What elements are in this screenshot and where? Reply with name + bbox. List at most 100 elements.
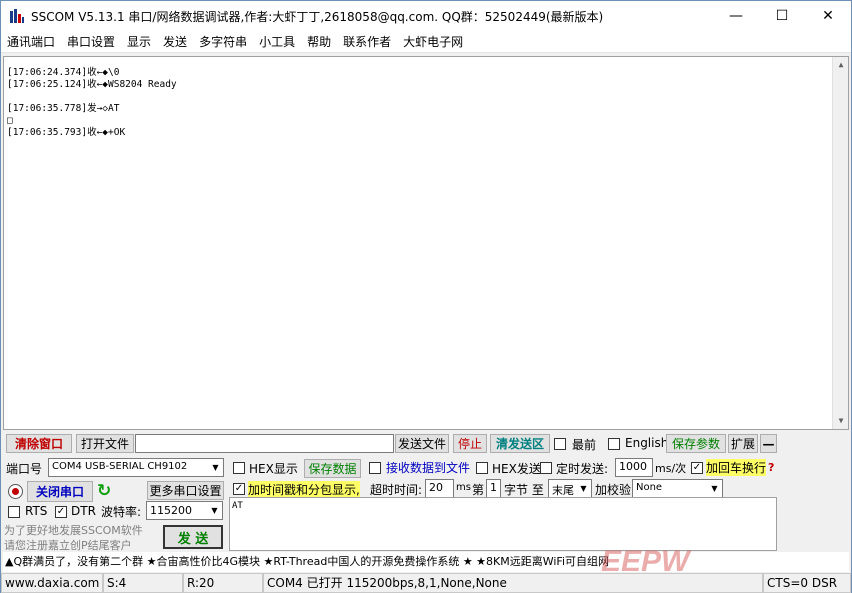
status-port: COM4 已打开 115200bps,8,1,None,None: [263, 573, 763, 593]
stop-button[interactable]: 停止: [453, 434, 487, 453]
send-button[interactable]: 发 送: [163, 525, 223, 549]
status-lines: CTS=0 DSR: [763, 573, 851, 593]
sscom-app-icon: [9, 8, 25, 24]
menu-contact[interactable]: 联系作者: [337, 33, 397, 50]
timeout-label: 超时时间:: [370, 483, 423, 497]
clear-window-button[interactable]: 清除窗口: [6, 434, 72, 453]
rts-label: RTS: [25, 504, 48, 518]
receive-scrollbar[interactable]: ▲ ▼: [832, 57, 848, 429]
chevron-down-icon: ▼: [707, 480, 722, 497]
topmost-label: 最前: [572, 438, 597, 452]
hex-display-checkbox[interactable]: [233, 462, 245, 474]
chevron-down-icon: ▼: [207, 502, 222, 519]
interval-unit: ms/次: [655, 462, 687, 475]
menu-display[interactable]: 显示: [121, 33, 157, 50]
menu-serial-settings[interactable]: 串口设置: [61, 33, 121, 50]
open-file-button[interactable]: 打开文件: [76, 434, 134, 453]
promo-line-2: 请您注册嘉立创P结尾客户: [4, 539, 132, 552]
checksum-value: None: [636, 482, 663, 493]
recv-to-file-checkbox[interactable]: [369, 462, 381, 474]
promo-line-1: 为了更好地发展SSCOM软件: [4, 524, 143, 537]
minimize-icon: —: [729, 8, 743, 24]
port-panel: 端口号 COM4 USB-SERIAL CH9102 ▼ 关闭串口 ↻ 更多串口…: [3, 456, 225, 552]
timeout-input[interactable]: 20: [425, 479, 454, 498]
menu-bar: 通讯端口 串口设置 显示 发送 多字符串 小工具 帮助 联系作者 大虾电子网: [1, 31, 851, 53]
close-port-button[interactable]: 关闭串口: [27, 481, 93, 502]
port-select[interactable]: COM4 USB-SERIAL CH9102 ▼: [48, 458, 224, 477]
port-status-icon: [8, 484, 23, 499]
hex-send-label: HEX发送: [492, 462, 541, 476]
refresh-icon[interactable]: ↻: [97, 481, 111, 501]
byte-start-input[interactable]: 1: [486, 479, 501, 498]
receive-line: [17:06:35.778]发→◇AT: [7, 103, 120, 114]
save-data-button[interactable]: 保存数据: [304, 459, 361, 478]
english-checkbox[interactable]: [608, 438, 620, 450]
status-bar: www.daxia.com S:4 R:20 COM4 已打开 115200bp…: [1, 573, 851, 593]
save-params-button[interactable]: 保存参数: [666, 434, 726, 453]
receive-line: [7, 91, 845, 103]
checksum-select[interactable]: None ▼: [632, 479, 723, 498]
chevron-down-icon: ▼: [208, 459, 223, 476]
chevron-down-icon: ▼: [576, 480, 591, 497]
window-title: SSCOM V5.13.1 串口/网络数据调试器,作者:大虾丁丁,2618058…: [31, 9, 604, 24]
recv-to-file-label[interactable]: 接收数据到文件: [386, 459, 470, 476]
menu-help[interactable]: 帮助: [301, 33, 337, 50]
english-label: English: [625, 436, 669, 450]
status-site[interactable]: www.daxia.com: [1, 573, 103, 593]
interval-input[interactable]: 1000: [615, 458, 653, 477]
end-value: 末尾: [552, 484, 574, 497]
timed-send-label: 定时发送:: [556, 462, 609, 476]
file-toolbar: 清除窗口 打开文件 发送文件 停止 清发送区 最前 English 保存参数 扩…: [3, 434, 849, 454]
minimize-button[interactable]: —: [713, 1, 759, 31]
file-path-input[interactable]: [135, 434, 394, 453]
port-label: 端口号: [6, 462, 43, 476]
receive-line: [17:06:24.374]收←◆\0: [7, 67, 120, 78]
menu-multi-string[interactable]: 多字符串: [193, 33, 253, 50]
send-file-button[interactable]: 发送文件: [395, 434, 449, 453]
baud-label: 波特率:: [101, 505, 142, 519]
hex-send-checkbox[interactable]: [476, 462, 488, 474]
add-crlf-label: 加回车换行: [706, 459, 767, 476]
timed-send-checkbox[interactable]: [540, 462, 552, 474]
send-input[interactable]: AT: [229, 497, 777, 551]
baud-select[interactable]: 115200 ▼: [146, 501, 223, 520]
maximize-button[interactable]: ☐: [759, 1, 805, 31]
hex-display-label: HEX显示: [249, 462, 298, 476]
expand-button[interactable]: 扩展: [728, 434, 758, 453]
scroll-up-icon[interactable]: ▲: [833, 57, 848, 73]
port-value: COM4 USB-SERIAL CH9102: [52, 461, 188, 472]
menu-send[interactable]: 发送: [157, 33, 193, 50]
checksum-label: 加校验: [595, 483, 632, 497]
dtr-checkbox[interactable]: ✓: [55, 506, 67, 518]
close-button[interactable]: ✕: [805, 1, 851, 31]
timestamp-checkbox[interactable]: ✓: [233, 483, 245, 495]
scroll-down-icon[interactable]: ▼: [833, 413, 848, 429]
receive-line: [17:06:35.793]收←◆+OK: [7, 127, 126, 138]
help-icon[interactable]: ?: [768, 461, 774, 474]
sscom-window: SSCOM V5.13.1 串口/网络数据调试器,作者:大虾丁丁,2618058…: [0, 0, 852, 593]
collapse-button[interactable]: —: [760, 434, 777, 453]
menu-comm-port[interactable]: 通讯端口: [1, 33, 61, 50]
receive-area[interactable]: [17:06:24.374]收←◆\0 [17:06:25.124]收←◆WS8…: [3, 56, 849, 430]
title-bar: SSCOM V5.13.1 串口/网络数据调试器,作者:大虾丁丁,2618058…: [1, 1, 851, 31]
dtr-label: DTR: [71, 504, 96, 518]
status-sent: S:4: [103, 573, 183, 593]
maximize-icon: ☐: [775, 8, 789, 24]
ad-text: ▲Q群满员了，没有第二个群 ★合宙高性价比4G模块 ★RT-Thread中国人的…: [5, 555, 610, 568]
add-crlf-checkbox[interactable]: ✓: [691, 462, 703, 474]
status-received: R:20: [183, 573, 263, 593]
clear-send-button[interactable]: 清发送区: [490, 434, 550, 453]
ad-ticker[interactable]: ▲Q群满员了，没有第二个群 ★合宙高性价比4G模块 ★RT-Thread中国人的…: [3, 552, 849, 572]
more-serial-settings-button[interactable]: 更多串口设置: [147, 481, 224, 500]
byte-unit: 字节 至: [504, 483, 544, 497]
receive-line: □: [7, 115, 13, 126]
menu-daxia-site[interactable]: 大虾电子网: [397, 33, 469, 50]
rts-checkbox[interactable]: [8, 506, 20, 518]
topmost-checkbox[interactable]: [554, 438, 566, 450]
timeout-unit: ms: [456, 482, 471, 493]
timestamp-label: 加时间戳和分包显示,: [248, 481, 360, 498]
menu-tools[interactable]: 小工具: [253, 33, 301, 50]
close-icon: ✕: [822, 8, 834, 24]
end-select[interactable]: 末尾 ▼: [548, 479, 592, 498]
byte-prefix: 第: [472, 483, 485, 497]
